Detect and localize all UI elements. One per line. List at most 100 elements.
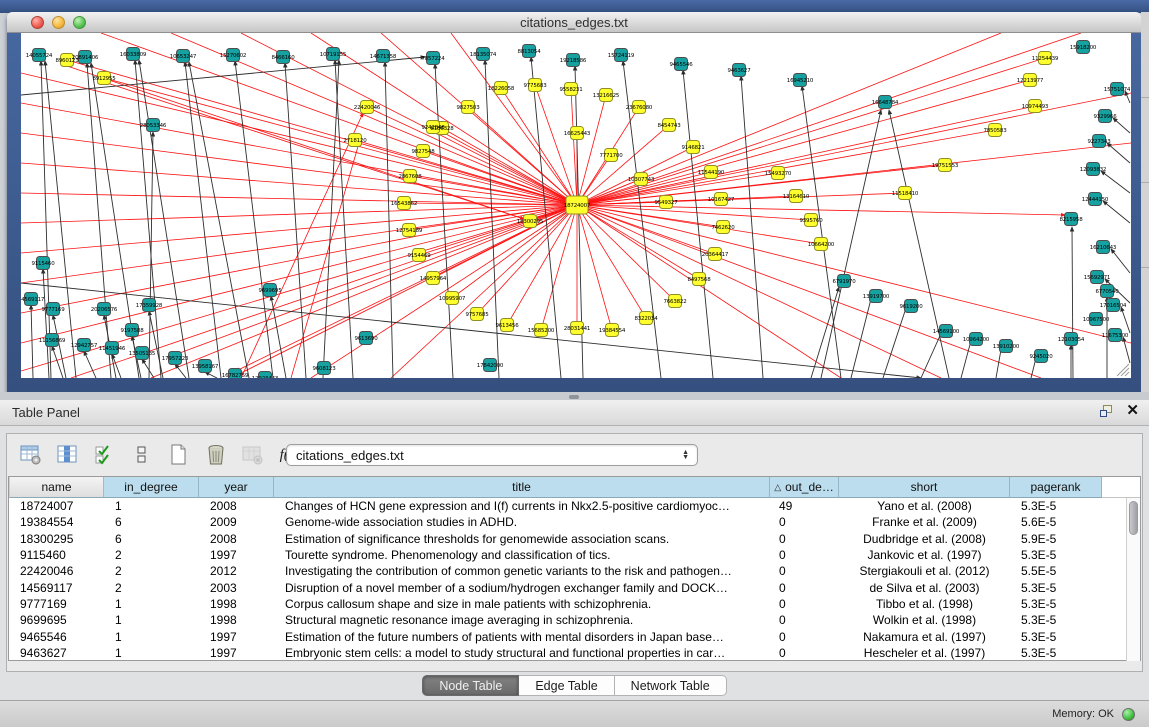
table-cell[interactable]: 9699695: [9, 612, 104, 628]
graph-edge[interactable]: [151, 205, 577, 378]
table-cell[interactable]: 0: [770, 645, 839, 661]
table-cell[interactable]: Yano et al. (2008): [839, 498, 1010, 514]
table-cell[interactable]: 0: [770, 547, 839, 563]
table-cell[interactable]: 0: [770, 628, 839, 644]
column-header-title[interactable]: title: [274, 477, 770, 498]
table-row[interactable]: 946362711997Embryonic stem cells: a mode…: [9, 645, 1128, 661]
graph-edge[interactable]: [149, 132, 153, 378]
graph-edge[interactable]: [1113, 118, 1130, 133]
table-cell[interactable]: 0: [770, 612, 839, 628]
graph-edge[interactable]: [1121, 368, 1129, 376]
graph-edge[interactable]: [433, 127, 577, 205]
table-cell[interactable]: 1997: [199, 547, 274, 563]
graph-edge[interactable]: [577, 165, 945, 205]
table-cell[interactable]: 1998: [199, 596, 274, 612]
graph-edge[interactable]: [889, 110, 949, 378]
graph-edge[interactable]: [577, 106, 1035, 205]
graph-edge[interactable]: [1103, 201, 1130, 223]
graph-edge[interactable]: [335, 60, 353, 378]
table-cell[interactable]: Jankovic et al. (1997): [839, 547, 1010, 563]
table-cell[interactable]: 1998: [199, 612, 274, 628]
show-column-icon[interactable]: [55, 442, 81, 468]
graph-edge[interactable]: [577, 205, 1131, 343]
graph-edge[interactable]: [142, 359, 154, 378]
table-row[interactable]: 2242004622012Investigating the contribut…: [9, 563, 1128, 579]
table-cell[interactable]: Structural magnetic resonance image aver…: [274, 612, 770, 628]
graph-edge[interactable]: [577, 205, 941, 378]
table-cell[interactable]: 1: [104, 498, 199, 514]
table-cell[interactable]: Dudbridge et al. (2008): [839, 531, 1010, 547]
graph-edge[interactable]: [1121, 307, 1130, 333]
graph-edge[interactable]: [1111, 249, 1130, 273]
table-cell[interactable]: 2012: [199, 563, 274, 579]
table-cell[interactable]: 0: [770, 579, 839, 595]
graph-edge[interactable]: [577, 95, 606, 205]
table-cell[interactable]: Stergiakouli et al. (2012): [839, 563, 1010, 579]
column-header-name[interactable]: name: [9, 477, 104, 498]
table-cell[interactable]: Estimation of significance thresholds fo…: [274, 531, 770, 547]
table-cell[interactable]: 0: [770, 563, 839, 579]
graph-edge[interactable]: [52, 346, 63, 378]
graph-edge[interactable]: [741, 76, 763, 378]
table-cell[interactable]: 49: [770, 498, 839, 514]
graph-edge[interactable]: [1107, 143, 1130, 163]
table-cell[interactable]: 6: [104, 514, 199, 530]
table-cell[interactable]: 2003: [199, 579, 274, 595]
table-cell[interactable]: 5.3E-5: [1010, 596, 1102, 612]
tab-node-table[interactable]: Node Table: [422, 675, 519, 696]
table-row[interactable]: 911546021997Tourette syndrome. Phenomeno…: [9, 547, 1128, 563]
graph-edge[interactable]: [285, 63, 306, 378]
table-cell[interactable]: 2: [104, 579, 199, 595]
table-cell[interactable]: 1: [104, 612, 199, 628]
new-table-icon[interactable]: [166, 442, 192, 468]
table-cell[interactable]: 9465546: [9, 628, 104, 644]
column-header-in_degree[interactable]: in_degree: [104, 477, 199, 498]
table-row[interactable]: 1938455462009Genome-wide association stu…: [9, 514, 1128, 530]
graph-edge[interactable]: [21, 73, 577, 205]
table-cell[interactable]: 18300295: [9, 531, 104, 547]
table-cell[interactable]: 14569117: [9, 579, 104, 595]
table-cell[interactable]: 5.3E-5: [1010, 645, 1102, 661]
table-cell[interactable]: 5.3E-5: [1010, 579, 1102, 595]
delete-column-icon[interactable]: [240, 442, 266, 468]
graph-edge[interactable]: [1123, 337, 1130, 363]
table-cell[interactable]: 5.3E-5: [1010, 612, 1102, 628]
table-cell[interactable]: Embryonic stem cells: a model to study s…: [274, 645, 770, 661]
network-canvas[interactable]: 1872400718226058982750381863289827548286…: [21, 33, 1131, 378]
table-cell[interactable]: Disruption of a novel member of a sodium…: [274, 579, 770, 595]
table-row[interactable]: 969969511998Structural magnetic resonanc…: [9, 612, 1128, 628]
table-cell[interactable]: 2009: [199, 514, 274, 530]
graph-edge[interactable]: [1072, 227, 1073, 378]
table-scrollbar[interactable]: [1126, 498, 1140, 661]
table-cell[interactable]: 5.3E-5: [1010, 547, 1102, 563]
table-cell[interactable]: 5.6E-5: [1010, 514, 1102, 530]
table-cell[interactable]: 5.5E-5: [1010, 563, 1102, 579]
tab-network-table[interactable]: Network Table: [615, 675, 727, 696]
graph-edge[interactable]: [241, 113, 363, 378]
zoom-window-icon[interactable]: [73, 16, 86, 29]
table-cell[interactable]: 5.9E-5: [1010, 531, 1102, 547]
graph-edge[interactable]: [385, 62, 393, 378]
table-cell[interactable]: 19384554: [9, 514, 104, 530]
graph-edge[interactable]: [21, 103, 577, 205]
table-cell[interactable]: 18724007: [9, 498, 104, 514]
table-cell[interactable]: de Silva et al. (2003): [839, 579, 1010, 595]
table-cell[interactable]: 1: [104, 645, 199, 661]
graph-edge[interactable]: [423, 151, 577, 205]
table-cell[interactable]: 2008: [199, 498, 274, 514]
graph-edge[interactable]: [435, 64, 453, 378]
minimize-window-icon[interactable]: [52, 16, 65, 29]
table-row[interactable]: 946554611997Estimation of the future num…: [9, 628, 1128, 644]
table-row[interactable]: 977716911998Corpus callosum shape and si…: [9, 596, 1128, 612]
table-cell[interactable]: 0: [770, 514, 839, 530]
graph-edge[interactable]: [485, 60, 499, 378]
graph-edge[interactable]: [883, 305, 907, 378]
column-header-short[interactable]: short: [839, 477, 1010, 498]
graph-edge[interactable]: [577, 196, 796, 205]
table-cell[interactable]: Wolkin et al. (1998): [839, 612, 1010, 628]
network-window-titlebar[interactable]: citations_edges.txt: [7, 12, 1141, 33]
graph-edge[interactable]: [177, 205, 577, 354]
graph-edge[interactable]: [271, 296, 286, 378]
table-row[interactable]: 1830029562008Estimation of significance …: [9, 531, 1128, 547]
graph-edge[interactable]: [577, 205, 841, 378]
